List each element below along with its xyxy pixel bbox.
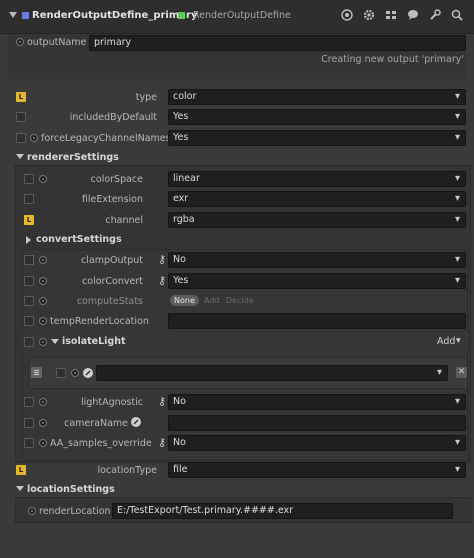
grid-icon[interactable] bbox=[384, 8, 398, 22]
camera-name-checkbox[interactable] bbox=[24, 418, 34, 428]
location-settings-title[interactable]: locationSettings bbox=[27, 484, 115, 495]
drag-handle-icon[interactable] bbox=[31, 367, 42, 378]
locked-param-icon: L bbox=[16, 92, 26, 102]
light-agnostic-checkbox[interactable] bbox=[24, 397, 34, 407]
compute-stats-label: computeStats bbox=[76, 296, 143, 307]
location-settings-toggle-icon[interactable] bbox=[16, 486, 24, 491]
color-convert-checkbox[interactable] bbox=[24, 276, 34, 286]
record-icon[interactable] bbox=[340, 8, 354, 22]
location-type-label: locationType bbox=[97, 465, 157, 476]
clamp-output-checkbox[interactable] bbox=[24, 255, 34, 265]
node-header: RenderOutputDefine_primary RenderOutputD… bbox=[0, 0, 474, 34]
node-color-swatch-icon bbox=[22, 12, 29, 19]
temp-render-location-field[interactable] bbox=[168, 313, 466, 329]
file-extension-dropdown[interactable]: exr bbox=[168, 191, 466, 207]
parameter-dot-icon[interactable] bbox=[71, 369, 79, 377]
collapse-toggle-icon[interactable] bbox=[9, 12, 17, 18]
output-name-label: outputName bbox=[27, 37, 87, 48]
channel-label: channel bbox=[105, 215, 143, 226]
node-status-icon bbox=[178, 12, 185, 19]
renderer-settings-toggle-icon[interactable] bbox=[16, 154, 24, 159]
color-space-label: colorSpace bbox=[90, 174, 143, 185]
key-icon[interactable]: ⚷ bbox=[158, 395, 166, 408]
node-type-label: RenderOutputDefine bbox=[193, 10, 291, 21]
isolate-light-checkbox[interactable] bbox=[24, 337, 34, 347]
compute-stats-checkbox[interactable] bbox=[24, 296, 34, 306]
camera-pick-icon[interactable] bbox=[131, 417, 141, 427]
aa-samples-override-checkbox[interactable] bbox=[24, 438, 34, 448]
key-icon[interactable]: ⚷ bbox=[158, 274, 166, 287]
light-agnostic-label: lightAgnostic bbox=[81, 397, 143, 408]
camera-name-field[interactable] bbox=[168, 415, 466, 431]
type-label: type bbox=[135, 92, 157, 103]
parameter-dot-icon[interactable] bbox=[39, 277, 47, 285]
included-by-default-label: includedByDefault bbox=[69, 112, 157, 123]
temp-render-location-label: tempRenderLocation bbox=[50, 316, 149, 327]
isolate-light-toggle-icon[interactable] bbox=[51, 339, 59, 344]
convert-settings-title[interactable]: convertSettings bbox=[36, 234, 122, 245]
color-convert-label: colorConvert bbox=[82, 276, 143, 287]
isolate-light-title[interactable]: isolateLight bbox=[62, 336, 126, 347]
convert-settings-toggle-icon[interactable] bbox=[26, 236, 31, 244]
aa-samples-override-label: AA_samples_override bbox=[50, 438, 152, 449]
remove-entry-icon[interactable]: ✕ bbox=[456, 367, 467, 378]
parameter-dot-icon[interactable] bbox=[39, 439, 47, 447]
gear-icon[interactable] bbox=[362, 8, 376, 22]
parameter-dot-icon[interactable] bbox=[39, 398, 47, 406]
file-extension-label: fileExtension bbox=[81, 194, 143, 205]
render-location-field[interactable]: E:/TestExport/Test.primary.####.exr bbox=[112, 503, 453, 519]
channel-dropdown[interactable]: rgba bbox=[168, 212, 466, 228]
parameter-dot-icon[interactable] bbox=[39, 175, 47, 183]
output-status-text: Creating new output 'primary' bbox=[321, 54, 464, 65]
locked-param-icon: L bbox=[24, 215, 34, 225]
parameter-dot-icon[interactable] bbox=[30, 134, 38, 142]
isolate-light-entry-dropdown[interactable] bbox=[96, 365, 448, 381]
wrench-icon[interactable] bbox=[428, 8, 442, 22]
isolate-light-entry-checkbox[interactable] bbox=[56, 368, 66, 378]
locked-param-icon: L bbox=[16, 465, 26, 475]
force-legacy-label: forceLegacyChannelNames bbox=[41, 133, 171, 144]
search-icon[interactable] bbox=[450, 8, 464, 22]
key-icon[interactable]: ⚷ bbox=[158, 436, 166, 449]
parameter-dot-icon[interactable] bbox=[39, 297, 47, 305]
isolate-light-add-button[interactable]: Add bbox=[437, 336, 455, 347]
clamp-output-label: clampOutput bbox=[81, 255, 143, 266]
key-icon[interactable]: ⚷ bbox=[158, 253, 166, 266]
parameter-dot-icon[interactable] bbox=[39, 338, 47, 346]
included-by-default-checkbox[interactable] bbox=[16, 112, 26, 122]
compute-stats-option-add[interactable]: Add bbox=[204, 296, 220, 305]
temp-render-location-checkbox[interactable] bbox=[24, 316, 34, 326]
color-space-dropdown[interactable]: linear bbox=[168, 171, 466, 187]
included-by-default-dropdown[interactable]: Yes bbox=[168, 109, 466, 125]
force-legacy-checkbox[interactable] bbox=[16, 133, 26, 143]
color-convert-dropdown[interactable]: Yes bbox=[168, 273, 466, 289]
camera-name-label: cameraName bbox=[64, 418, 128, 429]
parameter-dot-icon[interactable] bbox=[39, 256, 47, 264]
renderer-settings-title[interactable]: rendererSettings bbox=[27, 152, 119, 163]
compute-stats-option-decide[interactable]: Decide bbox=[226, 296, 254, 305]
file-extension-checkbox[interactable] bbox=[24, 194, 34, 204]
parameter-dot-icon[interactable] bbox=[39, 317, 47, 325]
type-dropdown[interactable]: color bbox=[168, 89, 466, 105]
node-title[interactable]: RenderOutputDefine_primary bbox=[32, 10, 197, 21]
color-space-checkbox[interactable] bbox=[24, 174, 34, 184]
render-location-label: renderLocation bbox=[39, 506, 111, 517]
comment-icon[interactable] bbox=[406, 8, 420, 22]
add-dropdown-arrow-icon[interactable]: ▾ bbox=[456, 336, 461, 346]
compute-stats-option-none[interactable]: None bbox=[170, 295, 199, 306]
pick-icon[interactable] bbox=[83, 368, 93, 378]
light-agnostic-dropdown[interactable]: No bbox=[168, 394, 466, 410]
parameter-dot-icon[interactable] bbox=[39, 419, 47, 427]
force-legacy-dropdown[interactable]: Yes bbox=[168, 130, 466, 146]
clamp-output-dropdown[interactable]: No bbox=[168, 252, 466, 268]
parameter-dot-icon[interactable] bbox=[16, 38, 24, 46]
parameter-dot-icon[interactable] bbox=[28, 507, 36, 515]
location-type-dropdown[interactable]: file bbox=[168, 462, 466, 478]
aa-samples-override-dropdown[interactable]: No bbox=[168, 435, 466, 451]
output-name-field[interactable]: primary bbox=[89, 35, 466, 51]
